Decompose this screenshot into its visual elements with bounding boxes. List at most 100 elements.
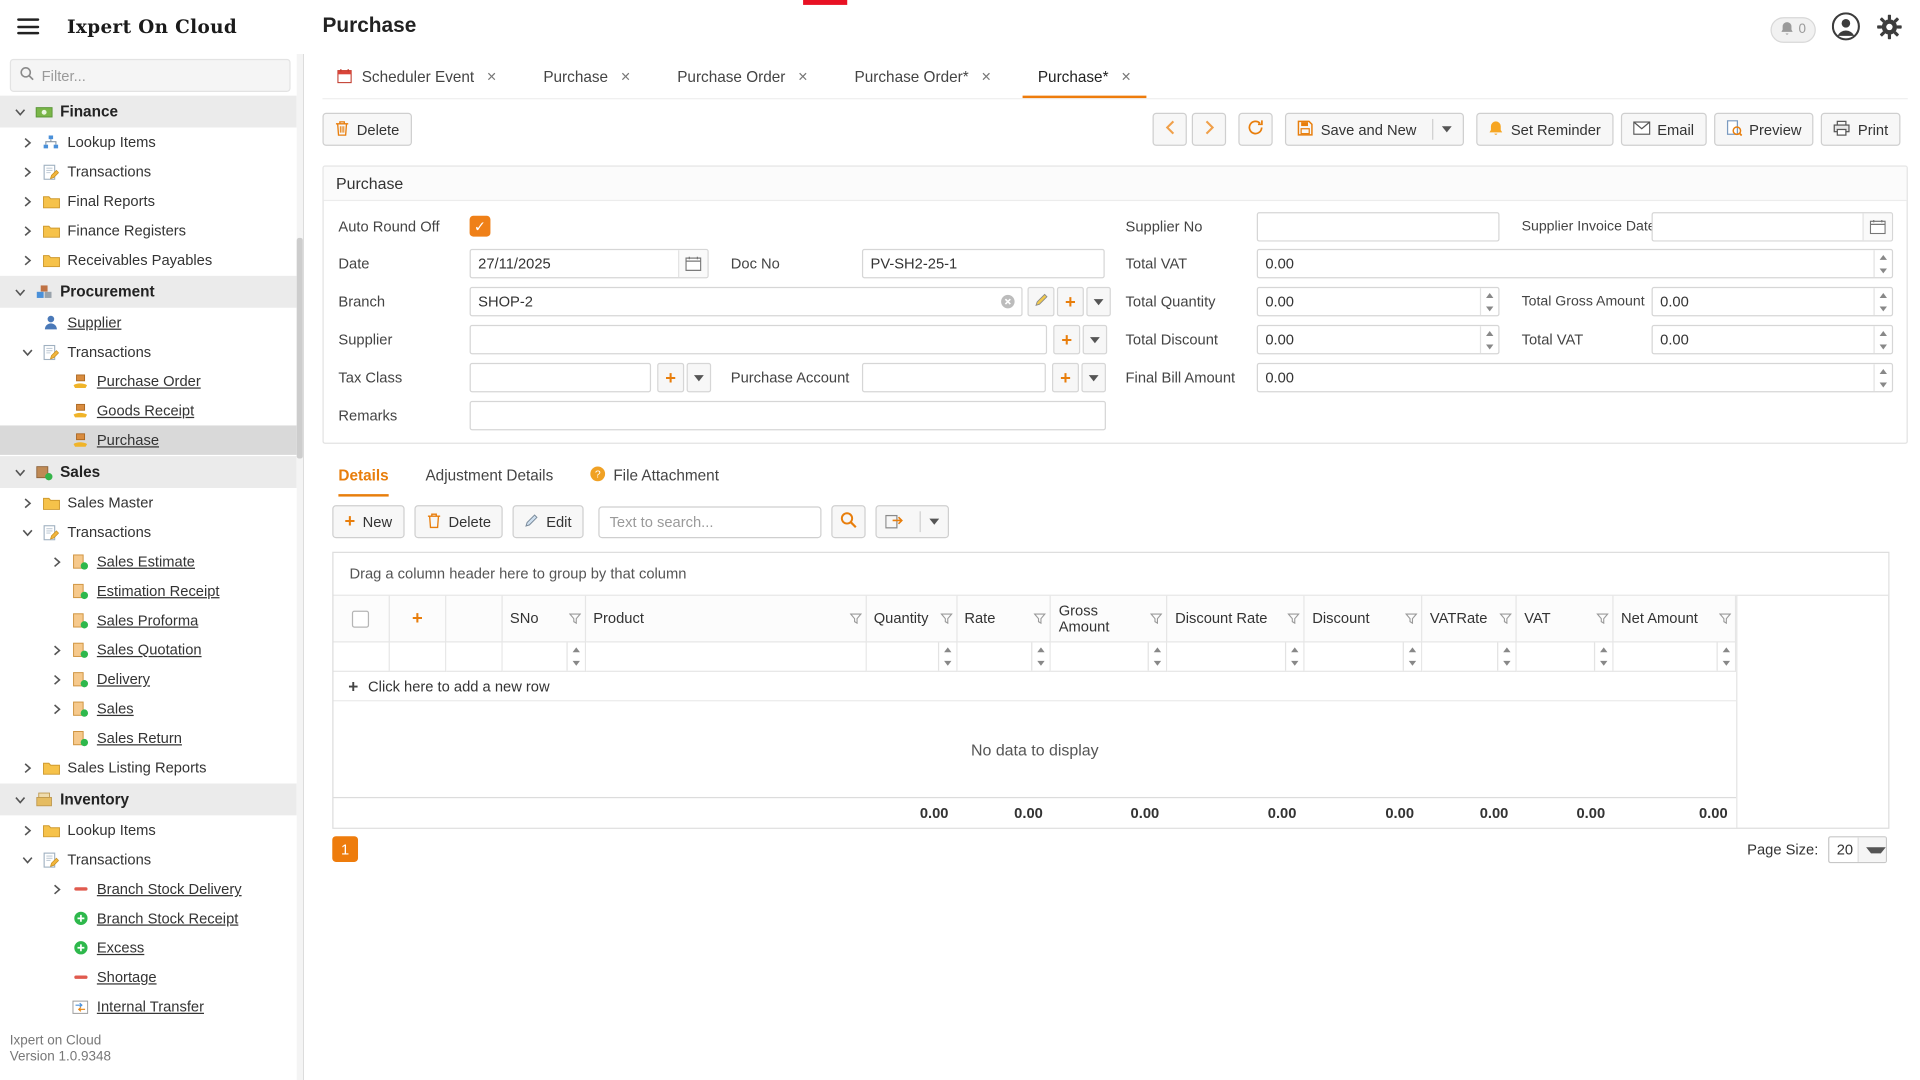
column-header-vatrate[interactable]: VATRate	[1423, 596, 1517, 643]
purchase-account-dropdown-button[interactable]	[1081, 363, 1106, 392]
filter-funnel-icon[interactable]	[1719, 610, 1731, 627]
sidebar-item-estimation-receipt[interactable]: Estimation Receipt	[0, 576, 297, 605]
chevron-right-icon[interactable]	[20, 196, 35, 207]
tab-purchase[interactable]: Purchase*✕	[1023, 59, 1146, 98]
total-gross-amount-field[interactable]	[1652, 287, 1894, 316]
grid-add-column-button[interactable]: +	[390, 596, 446, 643]
filter-cell-quantity[interactable]	[866, 642, 957, 671]
spinner[interactable]	[1873, 288, 1891, 315]
close-icon[interactable]: ✕	[981, 71, 991, 84]
sidebar-item-sales-estimate[interactable]: Sales Estimate	[0, 547, 297, 576]
filter-cell-gross-amount[interactable]	[1051, 642, 1167, 671]
close-icon[interactable]: ✕	[1121, 71, 1131, 84]
filter-funnel-icon[interactable]	[1151, 610, 1163, 627]
grid-search-button[interactable]	[831, 505, 865, 538]
supplier-input[interactable]	[471, 331, 1046, 348]
print-button[interactable]: Print	[1821, 113, 1900, 146]
sidebar-item-receivables-payables[interactable]: Receivables Payables	[0, 245, 297, 274]
gear-icon[interactable]	[1876, 13, 1903, 46]
total-vat-input[interactable]	[1258, 255, 1874, 272]
date-field[interactable]	[470, 249, 709, 278]
column-header-product[interactable]: Product	[586, 596, 867, 643]
final-bill-amount-field[interactable]	[1257, 363, 1893, 392]
column-header-net-amount[interactable]: Net Amount	[1614, 596, 1737, 643]
filter-cell-discount[interactable]	[1305, 642, 1423, 671]
page-number-button[interactable]: 1	[332, 836, 358, 862]
total-discount-field[interactable]	[1257, 325, 1500, 354]
branch-edit-button[interactable]	[1027, 287, 1054, 316]
sidebar-item-purchase[interactable]: Purchase	[0, 425, 297, 454]
filter-funnel-icon[interactable]	[1596, 610, 1608, 627]
supplier-add-button[interactable]: +	[1053, 325, 1080, 354]
tax-class-input[interactable]	[471, 369, 650, 386]
column-header-gross-amount[interactable]: Gross Amount	[1051, 596, 1167, 643]
nav-previous-button[interactable]	[1153, 113, 1187, 146]
spinner[interactable]	[1480, 326, 1498, 353]
column-header-rate[interactable]: Rate	[957, 596, 1051, 643]
chevron-down-icon[interactable]	[20, 348, 35, 357]
sidebar-item-sales[interactable]: Sales	[0, 456, 297, 488]
sidebar-item-purchase-order[interactable]: Purchase Order	[0, 367, 297, 396]
filter-funnel-icon[interactable]	[569, 610, 581, 627]
spinner[interactable]	[1148, 642, 1166, 670]
user-icon[interactable]	[1832, 12, 1860, 46]
chevron-down-icon[interactable]	[12, 468, 27, 477]
column-header-vat[interactable]: VAT	[1517, 596, 1614, 643]
total-discount-input[interactable]	[1258, 331, 1480, 348]
filter-funnel-icon[interactable]	[1500, 610, 1512, 627]
tab-adjustment-details[interactable]: Adjustment Details	[425, 463, 553, 496]
sidebar-item-branch-stock-delivery[interactable]: Branch Stock Delivery	[0, 874, 297, 903]
sidebar-item-supplier[interactable]: Supplier	[0, 308, 297, 337]
sidebar-item-inventory[interactable]: Inventory	[0, 783, 297, 815]
add-new-row[interactable]: + Click here to add a new row	[333, 672, 1736, 701]
sidebar-filter[interactable]	[10, 59, 291, 92]
filter-cell-sno[interactable]	[503, 642, 586, 671]
sidebar-item-sales-master[interactable]: Sales Master	[0, 488, 297, 517]
select-all-checkbox[interactable]	[333, 596, 389, 643]
filter-funnel-icon[interactable]	[849, 610, 861, 627]
tax-class-add-button[interactable]: +	[657, 363, 684, 392]
chevron-right-icon[interactable]	[20, 762, 35, 773]
chevron-right-icon[interactable]	[49, 883, 64, 894]
sidebar-item-branch-stock-receipt[interactable]: Branch Stock Receipt	[0, 904, 297, 933]
sidebar-item-transactions[interactable]: Transactions	[0, 845, 297, 874]
close-icon[interactable]: ✕	[620, 71, 630, 84]
filter-cell-vatrate[interactable]	[1423, 642, 1517, 671]
sidebar-item-sales-listing-reports[interactable]: Sales Listing Reports	[0, 753, 297, 782]
chevron-down-icon[interactable]	[12, 795, 27, 804]
group-by-bar[interactable]: Drag a column header here to group by th…	[333, 553, 1888, 596]
tab-purchase[interactable]: Purchase✕	[529, 59, 646, 98]
set-reminder-button[interactable]: Set Reminder	[1477, 113, 1614, 146]
save-and-new-button[interactable]: Save and New	[1285, 113, 1464, 146]
supplier-invoice-date-input[interactable]	[1653, 218, 1863, 235]
tab-scheduler-event[interactable]: Scheduler Event✕	[322, 59, 511, 98]
sidebar-item-lookup-items[interactable]: Lookup Items	[0, 128, 297, 157]
sidebar-item-excess[interactable]: Excess	[0, 933, 297, 962]
spinner[interactable]	[1497, 642, 1515, 670]
filter-cell-rate[interactable]	[957, 642, 1051, 671]
refresh-button[interactable]	[1239, 113, 1273, 146]
grid-search-input[interactable]	[599, 506, 822, 538]
supplier-dropdown-button[interactable]	[1083, 325, 1108, 354]
filter-funnel-icon[interactable]	[1288, 610, 1300, 627]
total-vat-2-field[interactable]	[1652, 325, 1894, 354]
final-bill-amount-input[interactable]	[1258, 369, 1874, 386]
sidebar-item-shortage[interactable]: Shortage	[0, 962, 297, 991]
purchase-account-input[interactable]	[863, 369, 1044, 386]
sidebar-item-transactions[interactable]: Transactions	[0, 337, 297, 366]
sidebar-item-internal-transfer[interactable]: Internal Transfer	[0, 992, 297, 1021]
chevron-right-icon[interactable]	[49, 703, 64, 714]
calendar-icon[interactable]	[678, 250, 707, 277]
sidebar-item-transactions[interactable]: Transactions	[0, 157, 297, 186]
preview-button[interactable]: Preview	[1714, 113, 1814, 146]
tab-purchase-order[interactable]: Purchase Order*✕	[840, 59, 1006, 98]
spinner[interactable]	[566, 642, 584, 670]
chevron-right-icon[interactable]	[20, 225, 35, 236]
column-header-sno[interactable]: SNo	[503, 596, 586, 643]
sidebar-scrollbar[interactable]	[297, 54, 303, 1080]
sidebar-item-transactions[interactable]: Transactions	[0, 517, 297, 546]
sidebar-filter-input[interactable]	[42, 67, 281, 84]
filter-cell-product[interactable]	[586, 642, 867, 671]
spinner[interactable]	[937, 642, 955, 670]
chevron-down-icon[interactable]	[12, 288, 27, 297]
